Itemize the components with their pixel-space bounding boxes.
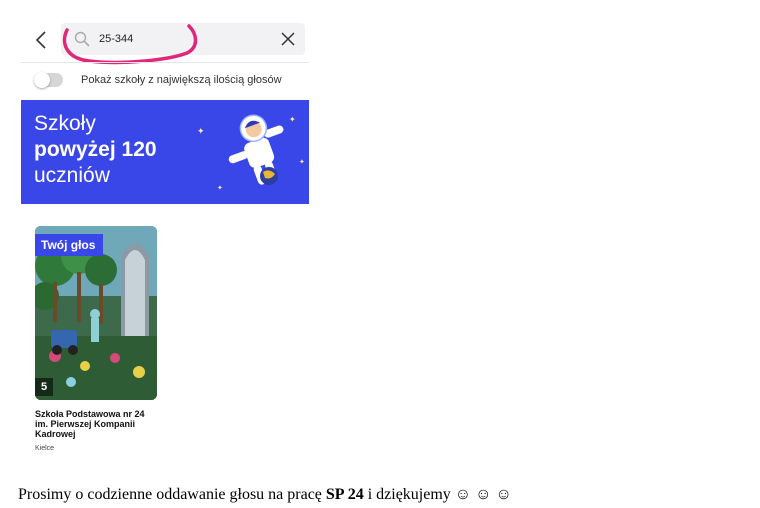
svg-text:✦: ✦ <box>289 115 296 124</box>
search-header <box>21 18 309 65</box>
footer-text: Prosimy o codzienne oddawanie głosu na p… <box>18 486 326 503</box>
vote-count: 5 <box>35 378 53 396</box>
search-input[interactable] <box>99 31 269 47</box>
banner-line2: powyżej 120 <box>34 138 157 161</box>
back-button[interactable] <box>31 26 51 54</box>
search-box[interactable] <box>61 23 305 55</box>
banner-line1: Szkoły <box>34 112 96 135</box>
svg-text:✦: ✦ <box>217 184 223 192</box>
footer-school: SP 24 <box>325 486 364 503</box>
footer-message: Prosimy o codzienne oddawanie głosu na p… <box>18 486 512 504</box>
footer-thanks: i dziękujemy ☺ ☺ ☺ <box>363 486 512 503</box>
svg-text:✦: ✦ <box>197 127 205 137</box>
school-card[interactable]: Twój głos 5 Szkoła Podstawowa nr 24 im. … <box>35 226 157 452</box>
artwork-image[interactable]: Twój głos 5 <box>35 226 157 400</box>
school-name: Szkoła Podstawowa nr 24 im. Pierwszej Ko… <box>35 409 145 439</box>
category-banner[interactable]: Szkoły powyżej 120 uczniów ✦ ✦ ✦ ✦ <box>21 100 309 204</box>
filter-row: Pokaż szkoły z największą ilością głosów <box>21 68 309 94</box>
your-vote-badge: Twój głos <box>35 234 104 256</box>
astronaut-illustration: ✦ ✦ ✦ ✦ <box>197 114 305 192</box>
divider <box>21 62 309 63</box>
toggle-label: Pokaż szkoły z największą ilością głosów <box>81 74 282 86</box>
chevron-left-icon <box>35 31 46 49</box>
banner-line3: uczniów <box>34 164 110 187</box>
school-voting-app: Pokaż szkoły z największą ilością głosów… <box>21 18 309 464</box>
toggle-knob <box>34 72 50 88</box>
school-city: Kielce <box>35 445 55 452</box>
top-voted-toggle[interactable] <box>34 72 63 88</box>
svg-text:✦: ✦ <box>299 158 305 166</box>
search-icon <box>74 31 90 47</box>
close-icon[interactable] <box>279 30 297 48</box>
